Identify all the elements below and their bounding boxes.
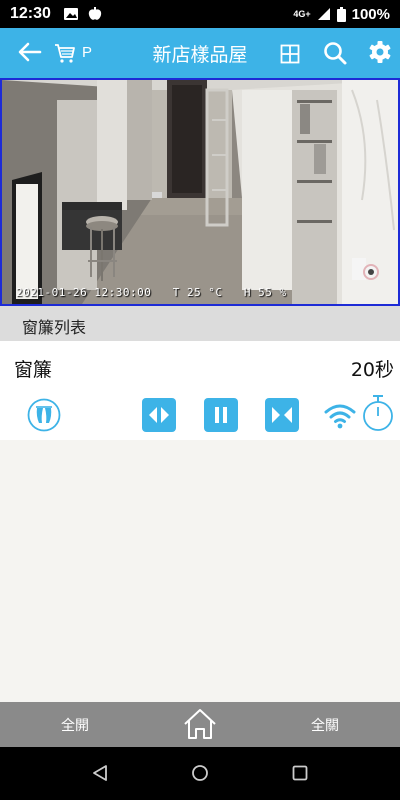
battery-level: 100% <box>351 5 390 23</box>
image-icon <box>63 8 78 20</box>
status-time: 12:30 <box>10 5 51 22</box>
curtain-device-row: 窗簾 20秒 <box>0 341 400 440</box>
system-nav-bar <box>0 747 400 800</box>
curtain-type-icon[interactable] <box>27 398 61 432</box>
back-nav-icon[interactable] <box>91 764 109 782</box>
camera-timestamp: 2021-01-26 12:30:00 T 25 °C H 55 % <box>16 286 287 299</box>
recents-nav-icon[interactable] <box>291 764 309 782</box>
gear-icon[interactable] <box>367 39 393 65</box>
page-title: 新店樣品屋 <box>152 44 248 66</box>
home-icon[interactable] <box>182 706 218 742</box>
grid-view-icon[interactable] <box>280 44 300 64</box>
open-curtain-icon[interactable] <box>142 398 176 432</box>
pause-icon[interactable] <box>204 398 238 432</box>
close-curtain-icon[interactable] <box>265 398 299 432</box>
device-timer: 20秒 <box>350 359 394 381</box>
status-bar: 12:30 4G+ 100% <box>0 0 400 28</box>
camera-feed[interactable]: 2021-01-26 12:30:00 T 25 °C H 55 % <box>0 78 400 306</box>
cart-label[interactable]: P <box>82 44 92 61</box>
section-header: 窗簾列表 <box>0 306 400 341</box>
device-name: 窗簾 <box>14 359 53 381</box>
network-type: 4G+ <box>293 8 311 19</box>
app-bar: P 新店樣品屋 <box>0 28 400 78</box>
cart-icon[interactable] <box>54 42 76 64</box>
open-all-button[interactable]: 全開 <box>50 715 100 735</box>
back-arrow-icon[interactable] <box>16 38 44 66</box>
close-all-button[interactable]: 全關 <box>300 715 350 735</box>
wifi-icon <box>324 404 356 429</box>
stopwatch-icon[interactable] <box>361 394 395 432</box>
camera-image <box>2 80 398 304</box>
home-nav-icon[interactable] <box>191 764 209 782</box>
section-title: 窗簾列表 <box>22 318 87 337</box>
search-icon[interactable] <box>322 40 348 66</box>
bottom-bar: 全開 全關 <box>0 702 400 747</box>
signal-icon <box>317 8 330 20</box>
battery-icon <box>336 6 346 22</box>
app-icon <box>88 7 102 20</box>
